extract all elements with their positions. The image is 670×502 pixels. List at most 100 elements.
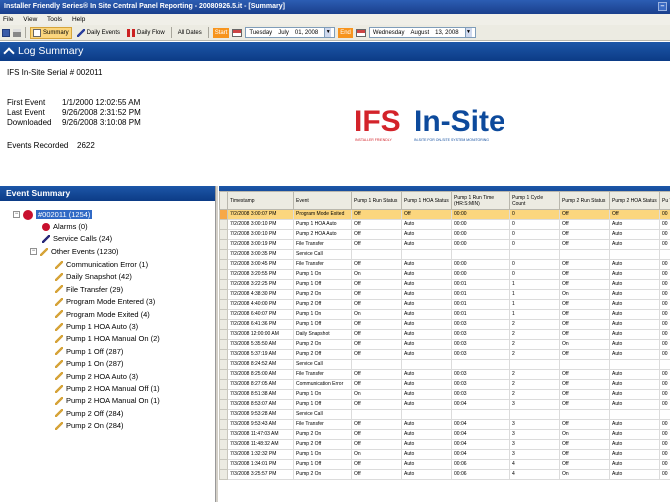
collapse-icon[interactable]: − — [30, 248, 37, 255]
daily-flow-button[interactable]: Daily Flow — [125, 27, 167, 39]
row-indicator[interactable] — [219, 399, 228, 410]
save-icon[interactable] — [2, 28, 10, 37]
table-row[interactable]: 7/2/2008 4:38:30 PM Pump 2 On Off Auto 00:01… — [219, 289, 670, 300]
table-row[interactable]: 7/3/2008 1:32:32 PM Pump 1 On On Auto 00:04 3… — [219, 449, 670, 460]
chevron-down-icon[interactable]: ▼ — [324, 28, 332, 37]
table-row[interactable]: 7/3/2008 8:53:07 AM Pump 1 Off Off Auto 00:0… — [219, 399, 670, 410]
table-row[interactable]: 7/3/2008 8:27:05 AM Communication Error Of… — [219, 379, 670, 390]
chevron-down-icon[interactable]: ▼ — [464, 28, 472, 37]
table-row[interactable]: 7/3/2008 3:25:57 PM Pump 2 On Off Auto 00:06… — [219, 469, 670, 480]
column-header[interactable]: Pump 1 HOA Status — [401, 191, 452, 210]
table-row[interactable]: 7/3/2008 5:37:19 AM Pump 2 Off Off Auto 00:0… — [219, 349, 670, 360]
window-title-bar[interactable]: Installer Friendly Series® In Site Centr… — [0, 0, 670, 14]
row-indicator[interactable] — [219, 269, 228, 280]
table-row[interactable]: 7/3/2008 8:25:00 AM File Transfer Off Auto 0… — [219, 369, 670, 380]
tree-item[interactable]: Program Mode Exited (4) — [55, 309, 150, 320]
row-indicator[interactable] — [219, 279, 228, 290]
row-indicator[interactable] — [219, 379, 228, 390]
column-header[interactable]: Pump 1 Run Status — [351, 191, 402, 210]
tree-item[interactable]: Pump 2 HOA Manual Off (1) — [55, 383, 160, 394]
table-row[interactable]: 7/2/2008 6:40:07 PM Pump 1 On On Auto 00:01 1… — [219, 309, 670, 320]
row-indicator[interactable] — [219, 249, 228, 260]
table-row[interactable]: 7/2/2008 3:00:35 PM Service Call — [219, 249, 670, 260]
menu-help[interactable]: Help — [72, 16, 85, 23]
table-row[interactable]: 7/2/2008 3:00:10 PM Pump 1 HOA Auto Off Aut… — [219, 219, 670, 230]
menu-file[interactable]: File — [3, 16, 13, 23]
row-indicator[interactable] — [219, 219, 228, 230]
tree-item[interactable]: File Transfer (29) — [55, 284, 123, 295]
tree-item[interactable]: Pump 2 HOA Manual On (1) — [55, 395, 160, 406]
row-indicator[interactable] — [219, 409, 228, 420]
collapse-chevron-icon[interactable] — [3, 47, 15, 59]
tree-root[interactable]: − #002011 (1254) — [13, 209, 93, 220]
collapse-icon[interactable]: − — [13, 211, 20, 218]
row-indicator[interactable] — [219, 299, 228, 310]
table-row[interactable]: 7/2/2008 3:00:45 PM File Transfer Off Auto 0… — [219, 259, 670, 270]
all-dates-button[interactable]: All Dates — [176, 27, 204, 39]
tree-item[interactable]: Daily Snapshot (42) — [55, 271, 132, 282]
column-header[interactable]: Pump 2 Run Status — [559, 191, 610, 210]
column-header[interactable]: Event — [293, 191, 352, 210]
row-indicator[interactable] — [219, 389, 228, 400]
menu-tools[interactable]: Tools — [47, 16, 62, 23]
row-indicator[interactable] — [219, 359, 228, 370]
summary-button[interactable]: Summary — [30, 26, 72, 39]
row-indicator[interactable] — [219, 459, 228, 470]
tree-item[interactable]: Pump 2 On (284) — [55, 420, 124, 431]
table-row[interactable]: 7/2/2008 4:40:00 PM Pump 2 Off Off Auto 00:0… — [219, 299, 670, 310]
table-row[interactable]: 7/3/2008 12:00:00 AM Daily Snapshot Off Aut… — [219, 329, 670, 340]
menu-view[interactable]: View — [23, 16, 37, 23]
row-indicator[interactable] — [219, 449, 228, 460]
tree-item[interactable]: Pump 1 HOA Auto (3) — [55, 321, 138, 332]
print-icon[interactable] — [13, 28, 21, 37]
table-row[interactable]: 7/2/2008 3:00:10 PM Pump 2 HOA Auto Off Aut… — [219, 229, 670, 240]
table-row[interactable]: 7/3/2008 9:53:43 AM File Transfer Off Auto 0… — [219, 419, 670, 430]
row-indicator[interactable] — [219, 259, 228, 270]
row-indicator[interactable] — [219, 429, 228, 440]
tree-item[interactable]: Pump 2 HOA Auto (3) — [55, 371, 138, 382]
tree-item-service-calls[interactable]: Service Calls (24) — [42, 233, 112, 244]
column-header[interactable]: Pu Te — [659, 191, 670, 210]
table-row[interactable]: 7/3/2008 8:51:38 AM Pump 1 On On Auto 00:03 2… — [219, 389, 670, 400]
daily-events-button[interactable]: Daily Events — [75, 27, 122, 39]
table-row[interactable]: 7/2/2008 6:41:36 PM Pump 1 Off Off Auto 00:0… — [219, 319, 670, 330]
column-header[interactable]: Pump 1 Run Time (HR:S:MIN) — [451, 191, 510, 210]
table-row[interactable]: 7/3/2008 11:47:03 AM Pump 2 On Off Auto 00:0… — [219, 429, 670, 440]
row-indicator[interactable] — [219, 369, 228, 380]
tree-item-other-events[interactable]: − Other Events (1230) — [30, 246, 119, 257]
calendar-icon[interactable] — [232, 28, 243, 37]
row-indicator[interactable] — [219, 469, 228, 480]
column-header[interactable]: Pump 1 Cycle Count — [509, 191, 560, 210]
row-indicator[interactable] — [219, 229, 228, 240]
row-indicator[interactable] — [219, 239, 228, 250]
row-indicator[interactable] — [219, 309, 228, 320]
row-indicator[interactable] — [219, 439, 228, 450]
tree-item[interactable]: Pump 1 On (287) — [55, 358, 124, 369]
row-indicator[interactable] — [219, 319, 228, 330]
table-row[interactable]: 7/3/2008 9:53:28 AM Service Call — [219, 409, 670, 420]
end-date-picker[interactable]: Wednesday August 13, 2008 ▼ — [368, 27, 476, 38]
tree-item[interactable]: Program Mode Entered (3) — [55, 296, 155, 307]
tree-item-alarms[interactable]: Alarms (0) — [42, 221, 88, 232]
table-row[interactable]: 7/2/2008 3:00:07 PM Program Mode Exited Of… — [219, 209, 670, 220]
row-indicator[interactable] — [219, 289, 228, 300]
row-indicator[interactable] — [219, 339, 228, 350]
table-row[interactable]: 7/2/2008 3:00:19 PM File Transfer Off Auto 0… — [219, 239, 670, 250]
table-row[interactable]: 7/3/2008 8:24:52 AM Service Call — [219, 359, 670, 370]
tree-item[interactable]: Communication Error (1) — [55, 259, 148, 270]
table-row[interactable]: 7/3/2008 5:35:50 AM Pump 2 On Off Auto 00:03… — [219, 339, 670, 350]
table-row[interactable]: 7/2/2008 3:20:55 PM Pump 1 On On Auto 00:00 0… — [219, 269, 670, 280]
calendar-icon[interactable] — [355, 28, 366, 37]
column-header[interactable]: Pump 2 HOA Status — [609, 191, 660, 210]
start-date-picker[interactable]: Tuesday July 01, 2008 ▼ — [245, 27, 336, 38]
tree-item[interactable]: Pump 1 HOA Manual On (2) — [55, 333, 160, 344]
window-restore-icon[interactable]: – — [658, 2, 667, 11]
table-row[interactable]: 7/3/2008 1:34:01 PM Pump 1 Off Off Auto 00:0… — [219, 459, 670, 470]
log-summary-header[interactable]: Log Summary — [0, 42, 670, 61]
table-row[interactable]: 7/3/2008 11:48:32 AM Pump 2 Off Off Auto 00:… — [219, 439, 670, 450]
row-indicator[interactable] — [219, 349, 228, 360]
row-indicator[interactable] — [219, 209, 228, 220]
row-indicator[interactable] — [219, 329, 228, 340]
tree-item[interactable]: Pump 2 Off (284) — [55, 408, 123, 419]
row-indicator[interactable] — [219, 419, 228, 430]
